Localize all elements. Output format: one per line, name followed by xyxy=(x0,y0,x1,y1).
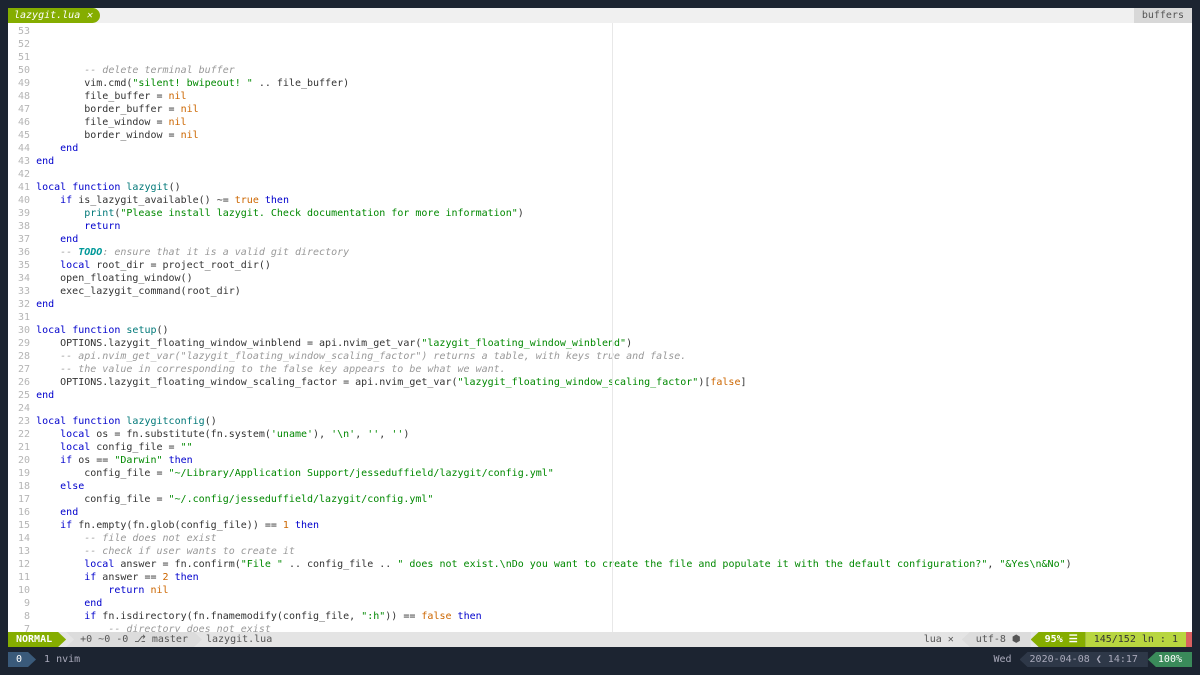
tabline: lazygit.lua ✕ buffers xyxy=(8,8,1192,23)
tab-buffers[interactable]: buffers xyxy=(1134,8,1192,23)
editor-window: lazygit.lua ✕ buffers 535251504948474645… xyxy=(8,8,1192,647)
tab-active[interactable]: lazygit.lua ✕ xyxy=(8,8,100,23)
statusline: NORMAL +0 ~0 -0 ⎇ master lazygit.lua lua… xyxy=(8,632,1192,647)
tmux-statusline: 0 1 nvim Wed 2020-04-08 ❮ 14:17 100% xyxy=(8,652,1192,667)
percent-segment: 95% ☰ xyxy=(1031,632,1086,647)
code-pane[interactable]: -- delete terminal buffer vim.cmd("silen… xyxy=(36,23,1192,632)
position-segment: 145/152 ln : 1 xyxy=(1086,632,1186,647)
statusline-edge xyxy=(1186,632,1192,647)
mode-indicator: NORMAL xyxy=(8,632,66,647)
color-column xyxy=(612,23,613,632)
tmux-session[interactable]: 0 xyxy=(8,652,36,667)
line-number-gutter: 5352515049484746454443424140393837363534… xyxy=(8,23,36,632)
tmux-datetime: 2020-04-08 ❮ 14:17 xyxy=(1020,652,1148,667)
tmux-battery: 100% xyxy=(1148,652,1192,667)
encoding-segment: utf-8 ⬢ xyxy=(962,632,1031,647)
tmux-window[interactable]: 1 nvim xyxy=(36,652,88,667)
filename-segment: lazygit.lua xyxy=(202,632,280,647)
filetype-segment: lua ✕ xyxy=(916,632,962,647)
git-branch-segment: +0 ~0 -0 ⎇ master xyxy=(66,632,202,647)
tmux-weekday: Wed xyxy=(985,652,1019,667)
